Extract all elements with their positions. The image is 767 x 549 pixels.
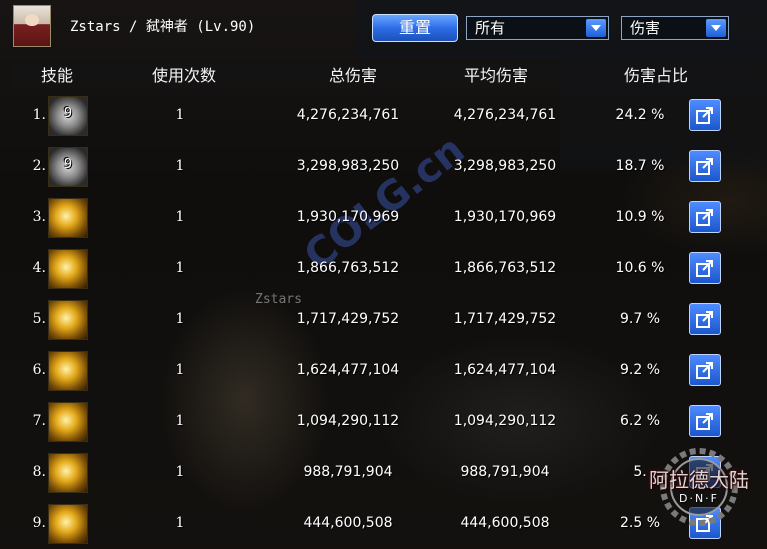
game-logo: 阿拉德大陆 D·N·F bbox=[640, 442, 758, 532]
header-skill: 技能 bbox=[40, 66, 73, 85]
chevron-down-icon bbox=[706, 19, 726, 37]
table-row: 6. 1 1,624,477,104 1,624,477,104 9.2 % bbox=[0, 345, 767, 396]
total-damage: 1,624,477,104 bbox=[296, 362, 400, 378]
chevron-down-icon bbox=[586, 19, 606, 37]
header-average-damage: 平均伤害 bbox=[463, 66, 528, 85]
total-damage: 1,717,429,752 bbox=[296, 311, 400, 327]
table-header: 技能 使用次数 总伤害 平均伤害 伤害占比 bbox=[14, 64, 750, 88]
reset-button[interactable]: 重置 bbox=[372, 14, 458, 42]
skill-level-badge: 9 bbox=[63, 106, 73, 121]
row-rank: 4. bbox=[32, 260, 46, 276]
total-damage: 3,298,983,250 bbox=[296, 158, 400, 174]
average-damage: 444,600,508 bbox=[460, 515, 550, 531]
use-count: 1 bbox=[175, 413, 185, 429]
skill-icon bbox=[48, 351, 88, 391]
share-icon bbox=[696, 107, 713, 124]
share-button[interactable] bbox=[689, 303, 721, 335]
share-icon bbox=[696, 209, 713, 226]
damage-share: 24.2 % bbox=[615, 107, 665, 123]
total-damage: 1,866,763,512 bbox=[296, 260, 400, 276]
logo-text: 阿拉德大陆 bbox=[649, 468, 749, 492]
skill-icon: 9 bbox=[48, 96, 88, 136]
row-rank: 9. bbox=[32, 515, 46, 531]
share-button[interactable] bbox=[689, 354, 721, 386]
table-row: 3. 1 1,930,170,969 1,930,170,969 10.9 % bbox=[0, 192, 767, 243]
average-damage: 1,866,763,512 bbox=[453, 260, 557, 276]
share-icon bbox=[696, 362, 713, 379]
skill-icon bbox=[48, 402, 88, 442]
average-damage: 1,094,290,112 bbox=[453, 413, 557, 429]
skill-icon bbox=[48, 504, 88, 544]
share-button[interactable] bbox=[689, 99, 721, 131]
row-rank: 5. bbox=[32, 311, 46, 327]
skill-icon bbox=[48, 249, 88, 289]
table-row: 5. 1 1,717,429,752 1,717,429,752 9.7 % bbox=[0, 294, 767, 345]
share-button[interactable] bbox=[689, 201, 721, 233]
skill-icon: 9 bbox=[48, 147, 88, 187]
table-row: 2. 9 1 3,298,983,250 3,298,983,250 18.7 % bbox=[0, 141, 767, 192]
row-rank: 6. bbox=[32, 362, 46, 378]
filter-select[interactable]: 所有 bbox=[466, 16, 609, 40]
share-button[interactable] bbox=[689, 252, 721, 284]
header-damage-share: 伤害占比 bbox=[623, 66, 688, 85]
total-damage: 444,600,508 bbox=[303, 515, 393, 531]
total-damage: 1,930,170,969 bbox=[296, 209, 400, 225]
average-damage: 1,717,429,752 bbox=[453, 311, 557, 327]
skill-icon bbox=[48, 198, 88, 238]
total-damage: 1,094,290,112 bbox=[296, 413, 400, 429]
table-row: 4. 1 1,866,763,512 1,866,763,512 10.6 % bbox=[0, 243, 767, 294]
character-title: Zstars / 弑神者 (Lv.90) bbox=[70, 19, 256, 35]
use-count: 1 bbox=[175, 464, 185, 480]
row-rank: 1. bbox=[32, 107, 46, 123]
use-count: 1 bbox=[175, 107, 185, 123]
share-icon bbox=[696, 311, 713, 328]
share-icon bbox=[696, 158, 713, 175]
table-row: 1. 9 1 4,276,234,761 4,276,234,761 24.2 % bbox=[0, 90, 767, 141]
use-count: 1 bbox=[175, 362, 185, 378]
damage-share: 9.7 % bbox=[619, 311, 661, 327]
filter-select-value: 所有 bbox=[475, 19, 506, 37]
header-uses: 使用次数 bbox=[151, 66, 216, 85]
share-button[interactable] bbox=[689, 150, 721, 182]
metric-select-value: 伤害 bbox=[630, 19, 661, 37]
row-rank: 2. bbox=[32, 158, 46, 174]
share-icon bbox=[696, 260, 713, 277]
row-rank: 7. bbox=[32, 413, 46, 429]
damage-share: 18.7 % bbox=[615, 158, 665, 174]
skill-level-badge: 9 bbox=[63, 157, 73, 172]
character-avatar bbox=[13, 5, 51, 47]
average-damage: 3,298,983,250 bbox=[453, 158, 557, 174]
use-count: 1 bbox=[175, 311, 185, 327]
logo-subtext: D·N·F bbox=[678, 492, 720, 505]
header-total-damage: 总伤害 bbox=[328, 66, 377, 85]
average-damage: 1,930,170,969 bbox=[453, 209, 557, 225]
average-damage: 4,276,234,761 bbox=[453, 107, 557, 123]
skill-icon bbox=[48, 453, 88, 493]
average-damage: 1,624,477,104 bbox=[453, 362, 557, 378]
average-damage: 988,791,904 bbox=[460, 464, 550, 480]
total-damage: 4,276,234,761 bbox=[296, 107, 400, 123]
damage-share: 10.6 % bbox=[615, 260, 665, 276]
damage-share: 10.9 % bbox=[615, 209, 665, 225]
share-icon bbox=[696, 413, 713, 430]
damage-share: 6.2 % bbox=[619, 413, 661, 429]
share-button[interactable] bbox=[689, 405, 721, 437]
row-rank: 8. bbox=[32, 464, 46, 480]
metric-select[interactable]: 伤害 bbox=[621, 16, 729, 40]
damage-share: 9.2 % bbox=[619, 362, 661, 378]
total-damage: 988,791,904 bbox=[303, 464, 393, 480]
row-rank: 3. bbox=[32, 209, 46, 225]
use-count: 1 bbox=[175, 515, 185, 531]
use-count: 1 bbox=[175, 260, 185, 276]
table-row: 7. 1 1,094,290,112 1,094,290,112 6.2 % bbox=[0, 396, 767, 447]
use-count: 1 bbox=[175, 158, 185, 174]
use-count: 1 bbox=[175, 209, 185, 225]
skill-icon bbox=[48, 300, 88, 340]
